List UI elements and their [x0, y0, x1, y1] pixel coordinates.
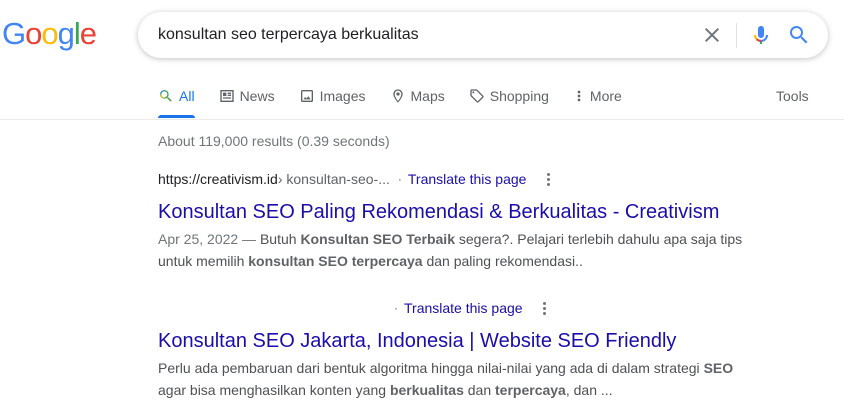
result-snippet: Perlu ada pembaruan dari bentuk algoritm… [158, 357, 798, 401]
snippet-highlight: konsultan SEO terpercaya [248, 253, 423, 269]
search-icon [158, 88, 174, 104]
clear-search-button[interactable] [700, 23, 724, 47]
more-options-icon[interactable] [542, 170, 554, 188]
result-breadcrumb: › konsultan-seo-... [277, 171, 390, 187]
tab-label: Images [319, 88, 366, 104]
translate-link[interactable]: Translate this page [404, 300, 523, 316]
result-date: Apr 25, 2022 — [158, 231, 260, 247]
logo-letter: g [57, 16, 75, 51]
translate-link[interactable]: Translate this page [408, 171, 527, 187]
snippet-text: agar bisa menghasilkan konten yang [158, 382, 390, 398]
tab-all[interactable]: All [158, 80, 195, 118]
tab-maps[interactable]: Maps [390, 80, 445, 112]
more-options-icon[interactable] [539, 299, 551, 317]
voice-search-button[interactable] [749, 23, 773, 47]
search-results-page: Google konsultan seo terpercaya berkuali… [0, 0, 844, 402]
tag-icon [469, 88, 485, 104]
snippet-text: untuk memilih [158, 253, 249, 269]
snippet-text: Perlu ada pembaruan dari bentuk algoritm… [158, 360, 704, 376]
snippet-highlight: SEO [703, 360, 734, 376]
header-divider [0, 119, 844, 120]
snippet-highlight: Konsultan SEO Terbaik [300, 231, 455, 247]
snippet-line: Apr 25, 2022 — Butuh Konsultan SEO Terba… [158, 228, 798, 250]
tab-label: More [589, 88, 622, 104]
result-title-link[interactable]: Konsultan SEO Jakarta, Indonesia | Websi… [158, 328, 798, 354]
tab-label: Maps [410, 88, 445, 104]
snippet-text: segera?. Pelajari terlebih dahulu apa sa… [454, 231, 743, 247]
close-icon [705, 28, 719, 42]
snippet-text: dan [463, 382, 496, 398]
map-pin-icon [390, 88, 406, 104]
result-stats: About 119,000 results (0.39 seconds) [158, 133, 390, 149]
result-citation: · Translate this page [158, 299, 798, 317]
search-box-divider [736, 23, 737, 48]
snippet-highlight: berkualitas [389, 382, 464, 398]
search-result: · Translate this page Konsultan SEO Jaka… [158, 299, 798, 401]
result-title-link[interactable]: Konsultan SEO Paling Rekomendasi & Berku… [158, 199, 798, 225]
search-tabs: All News Images Maps Shopping More [158, 80, 646, 118]
snippet-text: dan paling rekomendasi.. [422, 253, 583, 269]
search-result: https://creativism.id › konsultan-seo-..… [158, 170, 798, 272]
logo-letter: o [41, 16, 58, 51]
search-input[interactable] [158, 12, 678, 58]
news-icon [219, 88, 235, 104]
search-submit-button[interactable] [787, 23, 811, 47]
tools-button[interactable]: Tools [776, 88, 809, 104]
snippet-text: , dan ... [565, 382, 613, 398]
separator-dot: · [397, 172, 402, 186]
tab-images[interactable]: Images [299, 80, 366, 112]
tab-news[interactable]: News [219, 80, 275, 112]
tab-label: Shopping [489, 88, 549, 104]
snippet-text: Butuh [259, 231, 301, 247]
image-icon [299, 88, 315, 104]
tab-label: News [239, 88, 275, 104]
snippet-line: agar bisa menghasilkan konten yang berku… [158, 379, 798, 401]
microphone-icon [754, 26, 768, 44]
tab-more[interactable]: More [573, 80, 622, 112]
result-snippet: Apr 25, 2022 — Butuh Konsultan SEO Terba… [158, 228, 798, 272]
snippet-line: Perlu ada pembaruan dari bentuk algoritm… [158, 357, 798, 379]
tab-label: All [179, 88, 195, 104]
snippet-highlight: terpercaya [495, 382, 566, 398]
search-icon [790, 26, 808, 44]
result-citation: https://creativism.id › konsultan-seo-..… [158, 170, 798, 188]
search-box [138, 12, 828, 58]
logo-letter: o [25, 16, 42, 51]
logo-letter: G [2, 16, 26, 51]
logo-letter: e [79, 16, 97, 51]
tab-shopping[interactable]: Shopping [469, 80, 549, 112]
more-vert-icon [573, 88, 585, 104]
separator-dot: · [394, 301, 398, 315]
snippet-line: untuk memilih konsultan SEO terpercaya d… [158, 250, 798, 272]
result-domain[interactable]: https://creativism.id [158, 171, 278, 187]
google-logo[interactable]: Google [2, 16, 97, 52]
